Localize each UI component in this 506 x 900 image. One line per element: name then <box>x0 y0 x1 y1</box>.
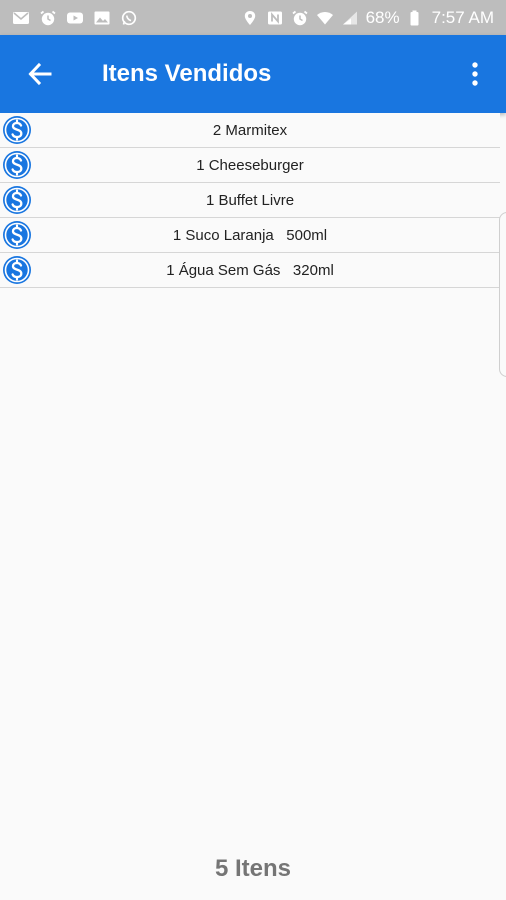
more-vert-icon <box>472 62 478 86</box>
list-item[interactable]: 1 Suco Laranja 500ml <box>0 218 500 253</box>
item-label: 2 Marmitex <box>212 121 288 139</box>
dollar-icon <box>3 186 31 214</box>
dollar-icon <box>3 256 31 284</box>
back-button[interactable] <box>20 54 60 94</box>
signal-icon <box>341 10 359 26</box>
email-icon <box>12 10 30 26</box>
page-title: Itens Vendidos <box>102 60 272 87</box>
list-item[interactable]: 1 Água Sem Gás 320ml <box>0 253 500 288</box>
item-label: 1 Água Sem Gás 320ml <box>166 261 334 279</box>
youtube-icon <box>66 10 84 26</box>
alarm-icon <box>291 10 309 26</box>
item-label: 1 Cheeseburger <box>196 156 304 174</box>
alarm-icon <box>39 10 57 26</box>
dollar-icon <box>3 221 31 249</box>
sold-items-list: 2 Marmitex 1 Cheeseburger 1 Buffet Livre… <box>0 113 500 288</box>
clock: 7:57 AM <box>431 7 494 27</box>
overflow-menu-button[interactable] <box>460 54 490 94</box>
location-icon <box>241 10 259 26</box>
app-bar: Itens Vendidos <box>0 35 506 113</box>
items-count: 5 Itens <box>214 855 292 882</box>
dollar-icon <box>3 151 31 179</box>
item-label: 1 Suco Laranja 500ml <box>172 226 328 244</box>
gallery-icon <box>93 10 111 26</box>
status-right-icons: 68% 7:57 AM <box>241 8 494 28</box>
edge-panel-handle[interactable] <box>499 212 506 377</box>
nfc-icon <box>266 10 284 26</box>
list-item[interactable]: 1 Buffet Livre <box>0 183 500 218</box>
battery-icon <box>407 10 425 26</box>
arrow-back-icon <box>28 62 52 86</box>
list-item[interactable]: 1 Cheeseburger <box>0 148 500 183</box>
battery-percent: 68% <box>365 7 400 27</box>
list-item[interactable]: 2 Marmitex <box>0 113 500 148</box>
whatsapp-icon <box>120 10 138 26</box>
wifi-icon <box>316 10 334 26</box>
item-label: 1 Buffet Livre <box>205 191 295 209</box>
status-left-icons <box>12 10 138 26</box>
status-bar: 68% 7:57 AM <box>0 0 506 35</box>
dollar-icon <box>3 116 31 144</box>
